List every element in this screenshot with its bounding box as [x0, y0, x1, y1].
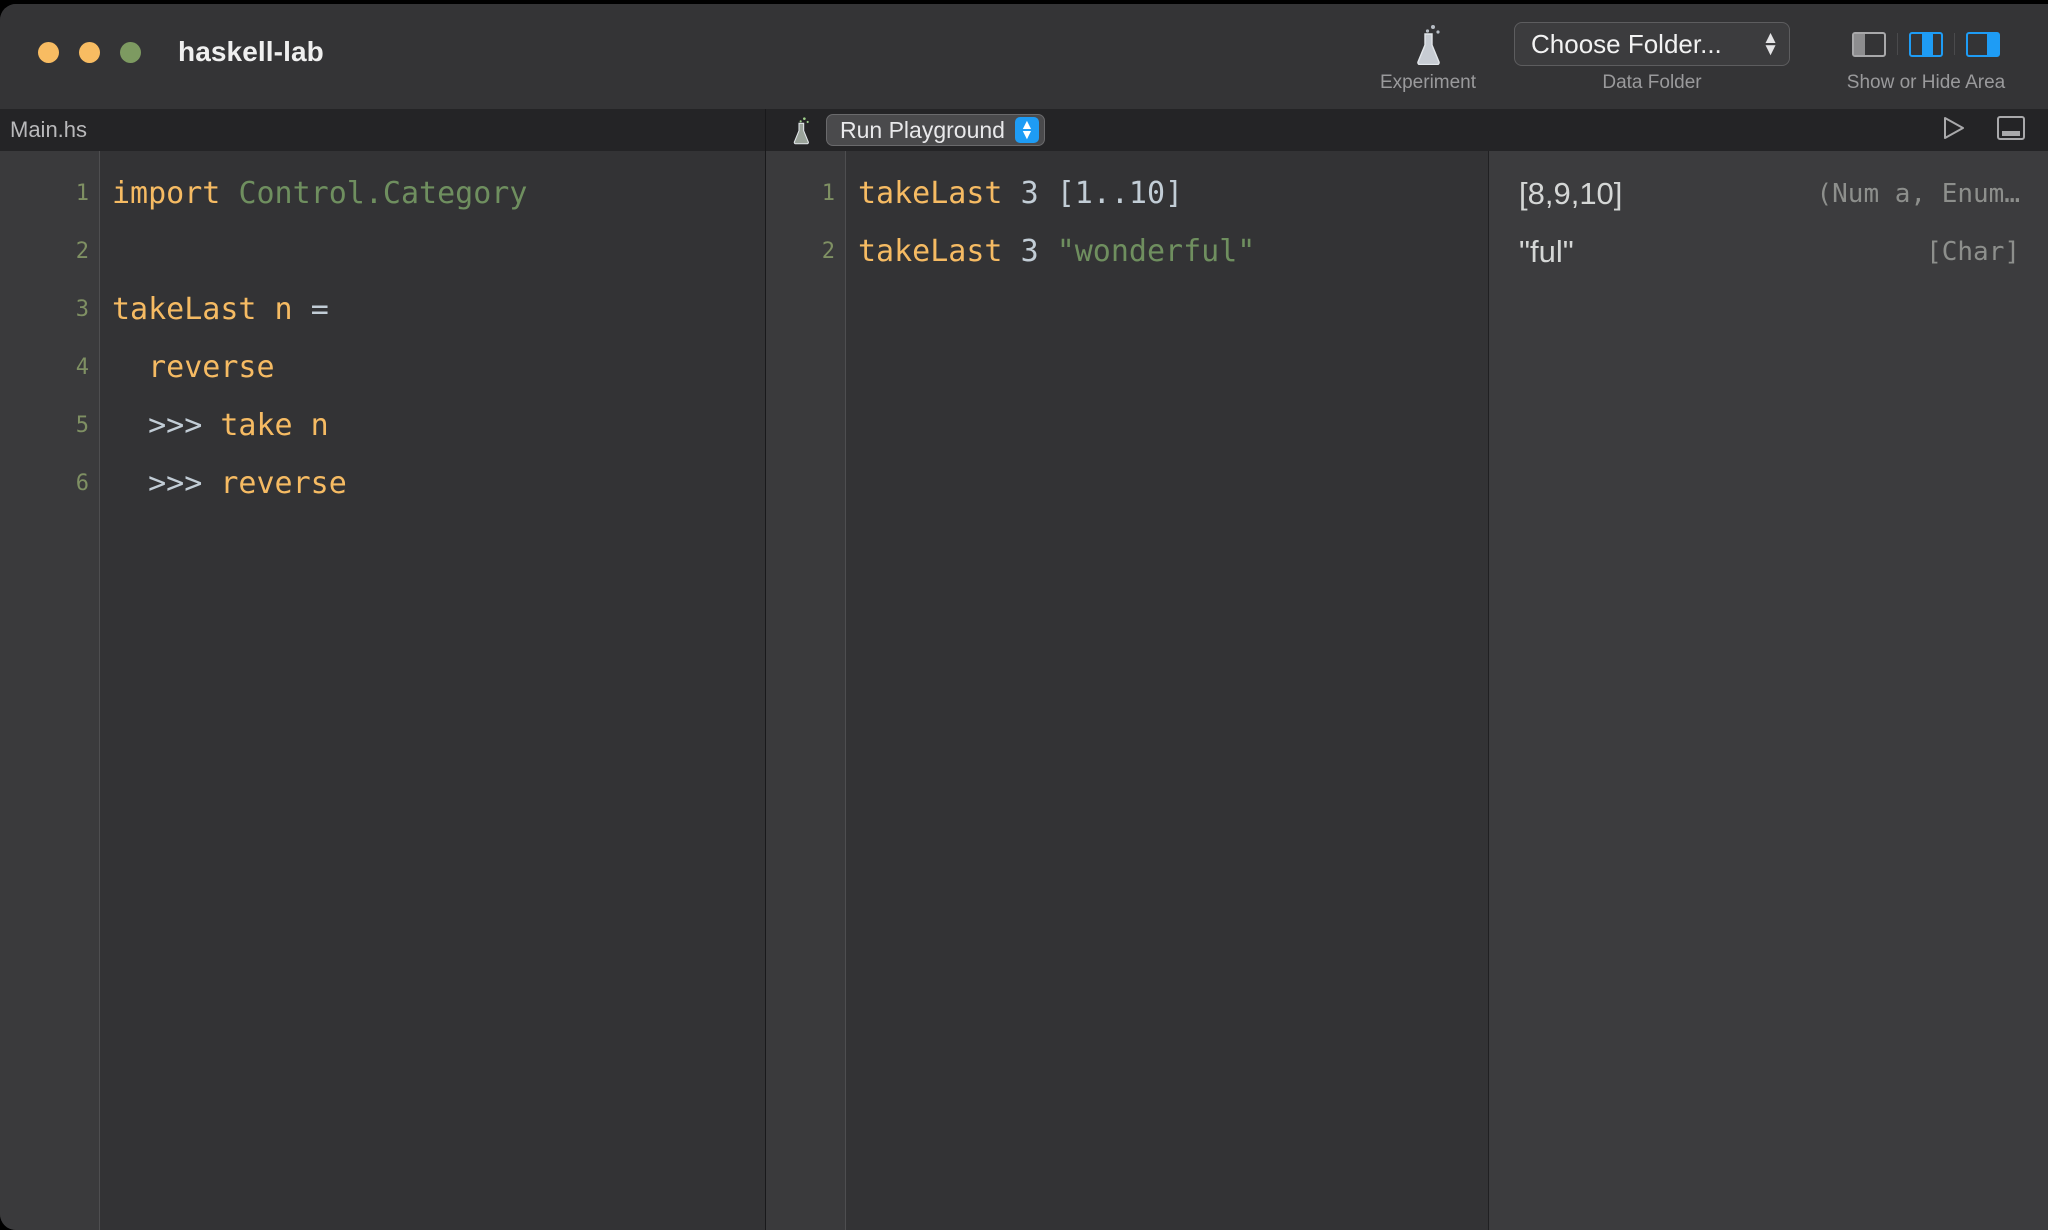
- code-line[interactable]: takeLast 3 "wonderful": [858, 223, 1488, 281]
- choose-folder-select[interactable]: Choose Folder... ▲ ▼: [1514, 22, 1790, 66]
- window-title: haskell-lab: [178, 36, 324, 67]
- toggle-left-panel-icon[interactable]: [1852, 31, 1886, 57]
- code-token: [1..10]: [1056, 176, 1184, 211]
- results-pane: [8,9,10] (Num a, Enum… "ful" [Char]: [1488, 151, 2048, 1230]
- code-token: >>>: [148, 466, 203, 501]
- experiment-label: Experiment: [1379, 72, 1477, 93]
- code-line[interactable]: reverse: [112, 339, 765, 397]
- tab-main-hs[interactable]: Main.hs: [0, 109, 766, 151]
- run-playground-select[interactable]: Run Playground ▲ ▼: [826, 114, 1045, 146]
- chevron-up-down-icon: ▲ ▼: [1014, 117, 1039, 143]
- data-folder-label: Data Folder: [1602, 72, 1702, 93]
- play-triangle-icon[interactable]: [1940, 115, 1968, 146]
- panel-toggle-group: [1852, 22, 2000, 66]
- console-panel-icon[interactable]: [1996, 115, 2026, 146]
- result-row: "ful" [Char]: [1489, 223, 2048, 281]
- toggle-middle-panel-icon[interactable]: [1909, 31, 1943, 57]
- result-value: [8,9,10]: [1519, 176, 1623, 211]
- show-hide-area-label: Show or Hide Area: [1846, 72, 2006, 93]
- editor-panes: 123456 import Control.Category takeLast …: [0, 151, 2048, 1230]
- toggle-right-panel-icon[interactable]: [1966, 31, 2000, 57]
- tab-filename-label: Main.hs: [10, 117, 88, 142]
- code-token: 3: [1020, 176, 1039, 211]
- minimize-button[interactable]: [79, 42, 100, 63]
- line-number: 1: [75, 181, 89, 206]
- code-line[interactable]: import Control.Category: [112, 165, 765, 223]
- zoom-button[interactable]: [120, 42, 141, 63]
- chevron-up-down-icon: ▲ ▼: [1762, 27, 1779, 59]
- divider: [1954, 33, 1955, 55]
- line-number: 1: [821, 181, 835, 206]
- line-number: 3: [75, 297, 89, 322]
- code-token: >>>: [148, 408, 203, 443]
- app-window: haskell-lab Experiment Choose Folder... …: [0, 4, 2048, 1230]
- editor-gutter: 1 2 3 4 5 6: [0, 151, 100, 1230]
- line-number: 5: [75, 413, 89, 438]
- code-token: takeLast: [858, 234, 1003, 269]
- result-type: [Char]: [1926, 237, 2020, 267]
- flask-icon: [1413, 22, 1443, 66]
- code-line[interactable]: takeLast 3 [1..10]: [858, 165, 1488, 223]
- tab-bar-actions: [1940, 115, 2048, 146]
- toolbar-data-folder: Choose Folder... ▲ ▼ Data Folder: [1512, 22, 1792, 94]
- result-value: "ful": [1519, 234, 1574, 269]
- result-type: (Num a, Enum…: [1816, 179, 2021, 209]
- result-row: [8,9,10] (Num a, Enum…: [1489, 165, 2048, 223]
- code-token: takeLast: [858, 176, 1003, 211]
- results-list: [8,9,10] (Num a, Enum… "ful" [Char]: [1489, 151, 2048, 281]
- close-button[interactable]: [38, 42, 59, 63]
- code-token: reverse: [202, 466, 347, 501]
- run-playground-label: Run Playground: [840, 116, 1005, 143]
- line-number: 4: [75, 355, 89, 380]
- line-number: 2: [821, 239, 835, 264]
- editor-code-area[interactable]: import Control.Category takeLast n = rev…: [100, 151, 765, 1230]
- toolbar-experiment[interactable]: Experiment: [1368, 22, 1488, 94]
- code-line[interactable]: >>> take n: [112, 397, 765, 455]
- divider: [1897, 33, 1898, 55]
- playground-controls: Run Playground ▲ ▼: [766, 109, 1940, 151]
- code-line[interactable]: >>> reverse: [112, 455, 765, 513]
- source-editor-pane[interactable]: 1 2 3 4 5 6 import Control.Category takeLast …: [0, 151, 766, 1230]
- code-token: take n: [202, 408, 329, 443]
- traffic-lights: [38, 42, 141, 63]
- line-number: 6: [75, 471, 89, 496]
- code-token: 3: [1020, 234, 1039, 269]
- code-token: =: [310, 292, 329, 327]
- line-number: 2: [75, 239, 89, 264]
- code-token: Control.Category: [238, 176, 528, 211]
- flask-icon: [790, 115, 812, 145]
- choose-folder-value: Choose Folder...: [1531, 28, 1722, 59]
- code-line[interactable]: [112, 223, 765, 281]
- code-token: import: [112, 176, 221, 211]
- playground-gutter: 12: [766, 151, 846, 1230]
- playground-pane[interactable]: 12 takeLast 3 [1..10] takeLast 3 "wonderf…: [766, 151, 1488, 1230]
- title-bar: haskell-lab Experiment Choose Folder... …: [0, 4, 2048, 109]
- code-token: takeLast n: [112, 292, 311, 327]
- playground-code-area[interactable]: takeLast 3 [1..10] takeLast 3 "wonderful": [846, 151, 1488, 1230]
- code-token: reverse: [112, 350, 275, 385]
- toolbar-show-hide-area: Show or Hide Area: [1816, 22, 2036, 94]
- code-line[interactable]: takeLast n =: [112, 281, 765, 339]
- tab-bar: Main.hs Run Playground ▲ ▼: [0, 109, 2048, 151]
- code-token: "wonderful": [1056, 234, 1256, 269]
